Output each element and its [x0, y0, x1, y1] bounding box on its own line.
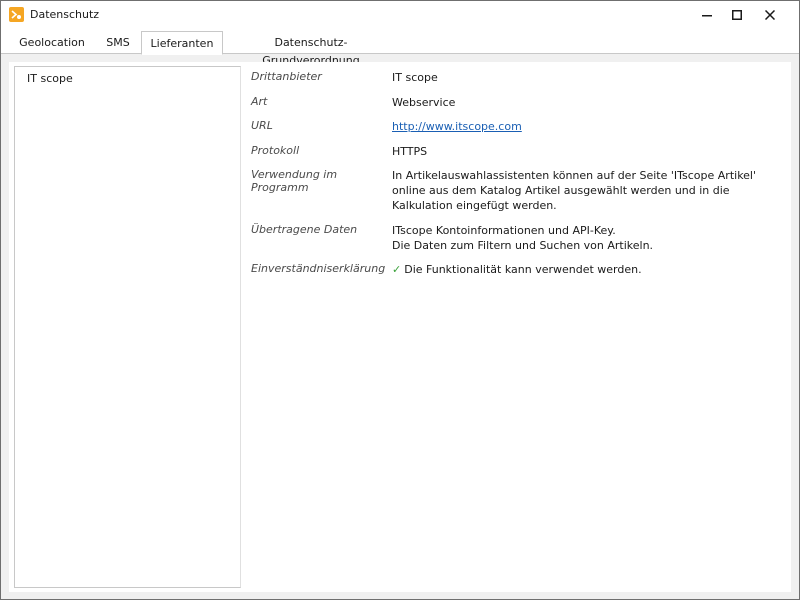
detail-value-line: ITscope Kontoinformationen und API-Key.: [392, 224, 616, 237]
consent-text: Die Funktionalität kann verwendet werden…: [404, 263, 642, 276]
detail-label: Übertragene Daten: [251, 223, 358, 236]
detail-value-line: Die Daten zum Filtern und Suchen von Art…: [392, 239, 654, 252]
detail-value: Webservice: [392, 96, 456, 109]
tab-lieferanten[interactable]: Lieferanten: [141, 31, 223, 55]
detail-value-container: ITscope Kontoinformationen und API-Key. …: [392, 223, 777, 253]
detail-value-container: ✓ Die Funktionalität kann verwendet werde…: [392, 262, 777, 277]
close-button[interactable]: [753, 1, 787, 28]
minimize-button[interactable]: [690, 1, 724, 28]
detail-label: Verwendung im Programm: [251, 168, 338, 194]
checkmark-icon: ✓: [392, 263, 402, 276]
detail-label: Drittanbieter: [251, 70, 322, 83]
tab-sms[interactable]: SMS: [99, 34, 137, 54]
title-bar: Datenschutz: [1, 1, 799, 28]
minimize-icon: [702, 14, 712, 16]
tab-content-panel: IT scope Drittanbieter IT scope Art Webs…: [9, 62, 791, 592]
detail-label: Art: [251, 95, 268, 108]
app-window: Datenschutz Geolocation SMS Lieferanten …: [0, 0, 800, 600]
maximize-icon: [732, 9, 742, 20]
detail-label: URL: [251, 119, 273, 132]
detail-value-container: http://www.itscope.com: [392, 119, 777, 134]
detail-label: Protokoll: [251, 144, 300, 157]
close-icon: [765, 9, 775, 20]
supplier-list[interactable]: IT scope: [14, 66, 241, 588]
tab-strip: Geolocation SMS Lieferanten Datenschutz-…: [1, 28, 799, 67]
list-item[interactable]: IT scope: [27, 72, 73, 85]
detail-value: HTTPS: [392, 145, 428, 158]
detail-label: Einverständniserklärung: [251, 262, 386, 275]
tab-geolocation[interactable]: Geolocation: [13, 34, 91, 54]
detail-value: IT scope: [392, 71, 438, 84]
tab-datenschutz-grundverordnung[interactable]: Datenschutz-Grundverordnung: [229, 34, 393, 67]
url-link[interactable]: http://www.itscope.com: [392, 120, 522, 133]
detail-value: In Artikelauswahlassistenten können auf …: [392, 169, 757, 212]
window-title: Datenschutz: [30, 8, 100, 21]
maximize-button[interactable]: [720, 1, 754, 28]
app-logo-icon: [9, 7, 24, 22]
